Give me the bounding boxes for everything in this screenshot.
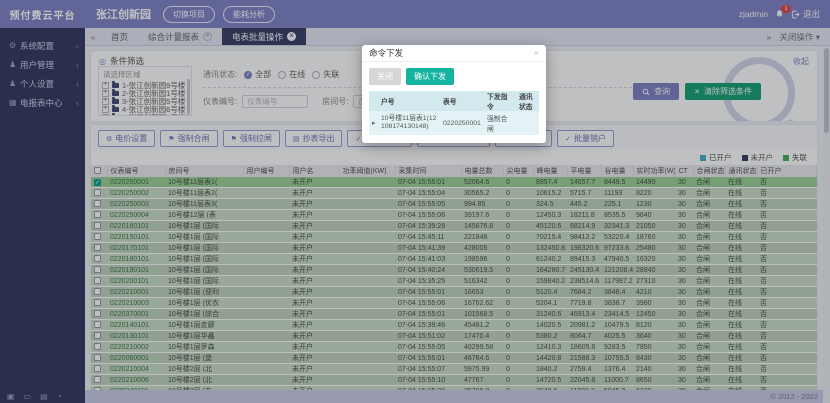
dialog-actions: 关闭 确认下发	[369, 68, 539, 85]
status-cell	[516, 111, 539, 135]
modal-column-通讯状态: 通讯状态	[516, 91, 539, 111]
modal-table-row[interactable]: ▸10号楼11层表1(12108174130148)0220250001强制合闸	[369, 111, 539, 135]
command-dialog: 命令下发 × 关闭 确认下发 户号表号下发指令通讯状态 ▸10号楼11层表1(1…	[362, 45, 546, 143]
modal-column-户号: 户号	[378, 91, 440, 111]
dialog-header: 命令下发 ×	[362, 45, 546, 62]
screen: 预付费云平台 ⚙系统配置‹♟用户管理‹♟个人设置‹▦电报表中心‹ ▣ ▭ ▤ ◔…	[0, 0, 830, 403]
dialog-title: 命令下发	[369, 47, 403, 59]
modal-column-下发指令: 下发指令	[484, 91, 516, 111]
marker-column	[369, 91, 378, 111]
confirm-send-button[interactable]: 确认下发	[406, 68, 454, 85]
command-cell: 强制合闸	[484, 111, 516, 135]
command-table: 户号表号下发指令通讯状态 ▸10号楼11层表1(12108174130148)0…	[369, 91, 539, 135]
account-cell: 10号楼11层表1(12108174130148)	[378, 111, 440, 135]
dialog-close-button[interactable]: 关闭	[369, 68, 401, 85]
meter-cell: 0220250001	[440, 111, 484, 135]
dialog-close-icon[interactable]: ×	[534, 48, 539, 58]
modal-column-表号: 表号	[440, 91, 484, 111]
row-expand-icon[interactable]: ▸	[369, 111, 378, 135]
dialog-body: 关闭 确认下发 户号表号下发指令通讯状态 ▸10号楼11层表1(12108174…	[362, 62, 546, 143]
